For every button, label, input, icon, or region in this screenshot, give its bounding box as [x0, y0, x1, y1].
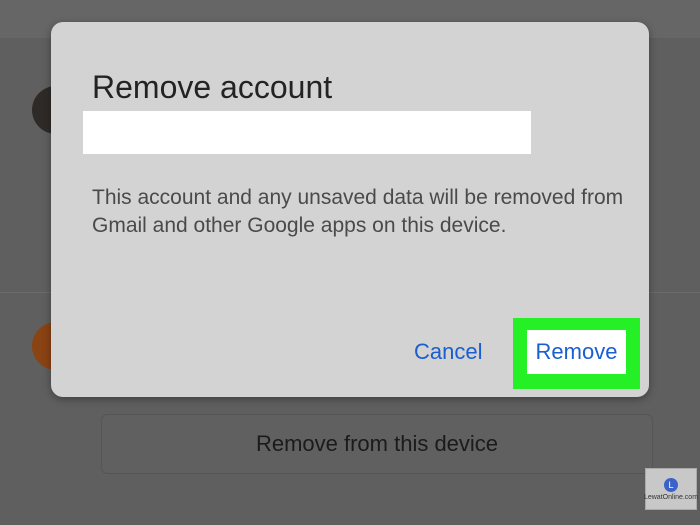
watermark-text: LewatOnline.com [643, 493, 699, 501]
remove-button[interactable]: Remove [527, 330, 626, 374]
remove-from-device-button[interactable]: Remove from this device [101, 414, 653, 474]
logo-icon: L [664, 477, 678, 492]
remove-account-dialog: Remove account This account and any unsa… [51, 22, 649, 397]
watermark-logo: L LewatOnline.com [643, 468, 699, 510]
cancel-button[interactable]: Cancel [414, 339, 482, 365]
remove-from-device-label: Remove from this device [255, 431, 499, 456]
dialog-actions: Cancel Remove [51, 22, 649, 397]
